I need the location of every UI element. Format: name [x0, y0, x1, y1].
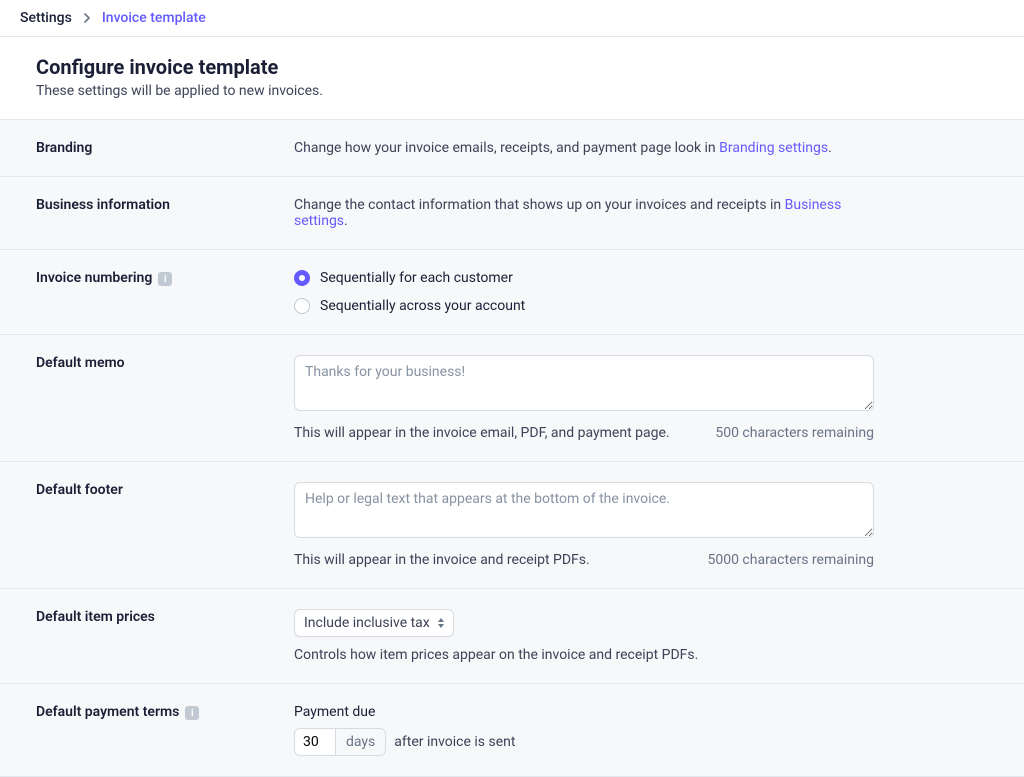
- footer-textarea[interactable]: [294, 482, 874, 538]
- payment-terms-field-title: Payment due: [294, 704, 874, 720]
- section-label-memo: Default memo: [36, 355, 294, 441]
- numbering-label-text: Invoice numbering: [36, 270, 152, 286]
- section-payment-terms: Default payment terms i Payment due days…: [0, 684, 1024, 777]
- section-label-item-prices: Default item prices: [36, 609, 294, 663]
- info-icon[interactable]: i: [158, 272, 172, 286]
- page-header: Configure invoice template These setting…: [0, 37, 1024, 120]
- breadcrumb-parent-link[interactable]: Settings: [20, 10, 72, 26]
- section-body-memo: This will appear in the invoice email, P…: [294, 355, 874, 441]
- payment-terms-unit: days: [336, 728, 386, 756]
- breadcrumb: Settings Invoice template: [0, 0, 1024, 36]
- section-body-branding: Change how your invoice emails, receipts…: [294, 140, 874, 156]
- section-body-business: Change the contact information that show…: [294, 197, 874, 229]
- footer-remaining: 5000 characters remaining: [707, 552, 874, 568]
- radio-per-customer[interactable]: [294, 270, 310, 286]
- memo-remaining: 500 characters remaining: [715, 425, 874, 441]
- section-label-business: Business information: [36, 197, 294, 229]
- section-memo: Default memo This will appear in the inv…: [0, 335, 1024, 462]
- section-label-footer: Default footer: [36, 482, 294, 568]
- radio-row-across-account[interactable]: Sequentially across your account: [294, 298, 874, 314]
- business-text-after: .: [344, 213, 348, 229]
- section-business: Business information Change the contact …: [0, 177, 1024, 250]
- item-prices-select-value: Include inclusive tax: [304, 615, 430, 631]
- branding-text-after: .: [828, 140, 832, 156]
- select-arrows-icon: [438, 618, 444, 628]
- memo-textarea[interactable]: [294, 355, 874, 411]
- payment-terms-input-group: days: [294, 728, 386, 756]
- business-text-before: Change the contact information that show…: [294, 197, 785, 213]
- section-label-payment-terms: Default payment terms i: [36, 704, 294, 756]
- branding-settings-link[interactable]: Branding settings: [719, 140, 828, 156]
- section-body-payment-terms: Payment due days after invoice is sent: [294, 704, 874, 756]
- item-prices-help: Controls how item prices appear on the i…: [294, 647, 874, 663]
- section-label-branding: Branding: [36, 140, 294, 156]
- item-prices-select[interactable]: Include inclusive tax: [294, 609, 454, 637]
- radio-label-per-customer: Sequentially for each customer: [320, 270, 513, 286]
- page-title: Configure invoice template: [36, 55, 988, 79]
- section-footer: Default footer This will appear in the i…: [0, 462, 1024, 589]
- page-subtitle: These settings will be applied to new in…: [36, 83, 988, 99]
- content-area: Configure invoice template These setting…: [0, 36, 1024, 777]
- payment-terms-days-input[interactable]: [294, 728, 336, 756]
- section-numbering: Invoice numbering i Sequentially for eac…: [0, 250, 1024, 335]
- radio-across-account[interactable]: [294, 298, 310, 314]
- footer-help: This will appear in the invoice and rece…: [294, 552, 590, 568]
- info-icon[interactable]: i: [185, 706, 199, 720]
- breadcrumb-current: Invoice template: [102, 10, 206, 26]
- payment-terms-after-text: after invoice is sent: [394, 734, 515, 750]
- payment-terms-label-text: Default payment terms: [36, 704, 179, 720]
- chevron-right-icon: [82, 13, 92, 23]
- section-body-numbering: Sequentially for each customer Sequentia…: [294, 270, 874, 314]
- branding-text-before: Change how your invoice emails, receipts…: [294, 140, 719, 156]
- section-label-numbering: Invoice numbering i: [36, 270, 294, 314]
- section-item-prices: Default item prices Include inclusive ta…: [0, 589, 1024, 684]
- memo-help: This will appear in the invoice email, P…: [294, 425, 670, 441]
- section-branding: Branding Change how your invoice emails,…: [0, 120, 1024, 177]
- section-body-footer: This will appear in the invoice and rece…: [294, 482, 874, 568]
- radio-row-per-customer[interactable]: Sequentially for each customer: [294, 270, 874, 286]
- section-body-item-prices: Include inclusive tax Controls how item …: [294, 609, 874, 663]
- radio-label-across-account: Sequentially across your account: [320, 298, 525, 314]
